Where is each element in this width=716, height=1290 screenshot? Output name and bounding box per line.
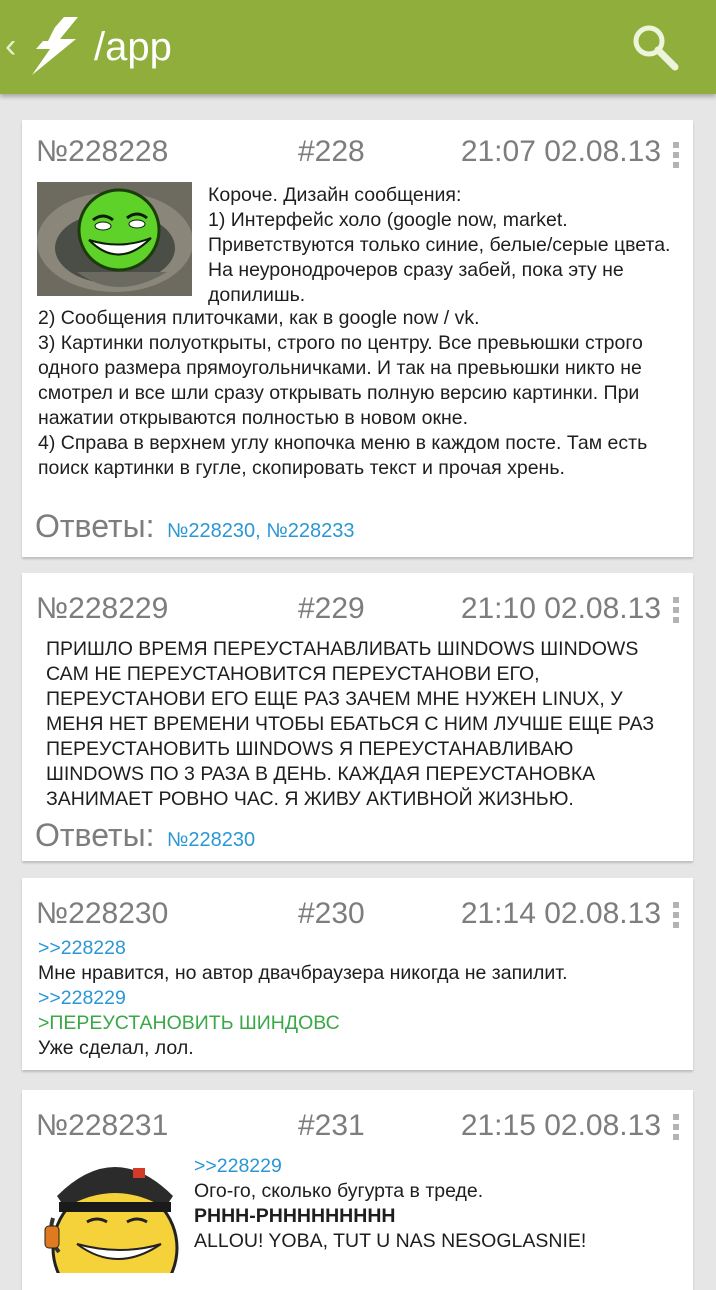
- post-datetime: 21:10 02.08.13: [460, 592, 661, 625]
- post-card[interactable]: №228231 #231 21:15 02.08.13 >>228229 Ого…: [22, 1090, 693, 1290]
- post-line: Ого-го, сколько бугурта в треде.: [194, 1180, 484, 1202]
- reply-link[interactable]: >>228228: [38, 936, 683, 961]
- post-line: ALLOU! YOBA, TUT U NAS NESOGLASNIE!: [194, 1230, 587, 1252]
- post-index: #231: [298, 1109, 365, 1142]
- post-menu-icon[interactable]: [673, 142, 679, 172]
- post-thumbnail-yoba-face[interactable]: [37, 1148, 187, 1273]
- post-line: Уже сделал, лол.: [38, 1037, 194, 1059]
- answer-link[interactable]: №228233: [266, 520, 354, 542]
- answers-label: Ответы:: [35, 817, 155, 853]
- answer-link[interactable]: №228230: [167, 520, 255, 542]
- search-icon[interactable]: [630, 22, 680, 72]
- post-card[interactable]: №228229 #229 21:10 02.08.13 ПРИШЛО ВРЕМЯ…: [22, 573, 693, 861]
- reply-link[interactable]: >>228229: [194, 1154, 684, 1179]
- post-index: #228: [298, 135, 365, 168]
- post-card[interactable]: №228228 #228 21:07 02.08.13 Короче. Диза…: [22, 120, 693, 557]
- answer-link[interactable]: №228230: [167, 829, 255, 851]
- lightning-bolt-icon[interactable]: [28, 15, 84, 77]
- app-title: /app: [94, 25, 172, 69]
- post-number: №228229: [36, 592, 169, 625]
- post-index: #230: [298, 897, 365, 930]
- answers-label: Ответы:: [35, 508, 155, 544]
- post-text: >>228229 Ого-го, сколько бугурта в треде…: [194, 1154, 684, 1254]
- reply-link[interactable]: >>228229: [38, 986, 683, 1011]
- post-number: №228231: [36, 1109, 169, 1142]
- post-text: ПРИШЛО ВРЕМЯ ПЕРЕУСТАНАВЛИВАТЬ ШINDOWS Ш…: [46, 638, 655, 810]
- post-answers: Ответы: №228230, №228233: [35, 508, 355, 544]
- post-answers: Ответы: №228230: [35, 817, 255, 854]
- greentext-quote: >ПЕРЕУСТАНОВИТЬ ШИНДОВС: [38, 1012, 340, 1034]
- post-menu-icon[interactable]: [673, 597, 679, 627]
- troll-face-image: [37, 182, 192, 296]
- post-card[interactable]: №228230 #230 21:14 02.08.13 >>228228 Мне…: [22, 878, 693, 1070]
- post-datetime: 21:07 02.08.13: [460, 135, 661, 168]
- post-datetime: 21:15 02.08.13: [460, 1109, 661, 1142]
- chevron-left-icon[interactable]: ‹: [5, 26, 16, 66]
- post-datetime: 21:14 02.08.13: [460, 897, 661, 930]
- post-menu-icon[interactable]: [673, 1114, 679, 1144]
- post-text-beside-image: Короче. Дизайн сообщения: 1) Интерфейс х…: [208, 184, 671, 306]
- post-number: №228230: [36, 897, 169, 930]
- post-text: >>228228 Мне нравится, но автор двачбрау…: [38, 936, 683, 1061]
- post-number: №228228: [36, 135, 169, 168]
- post-menu-icon[interactable]: [673, 902, 679, 932]
- action-bar: ‹ /app: [0, 0, 716, 94]
- yoba-face-image: [37, 1148, 187, 1273]
- post-index: #229: [298, 592, 365, 625]
- post-text: 2) Сообщения плиточками, как в google no…: [38, 307, 648, 479]
- post-line: Мне нравится, но автор двачбраузера нико…: [38, 962, 568, 984]
- post-thumbnail-troll-face[interactable]: [37, 182, 192, 296]
- post-line-bold: PHHH-PHHHHHHHHH: [194, 1205, 396, 1227]
